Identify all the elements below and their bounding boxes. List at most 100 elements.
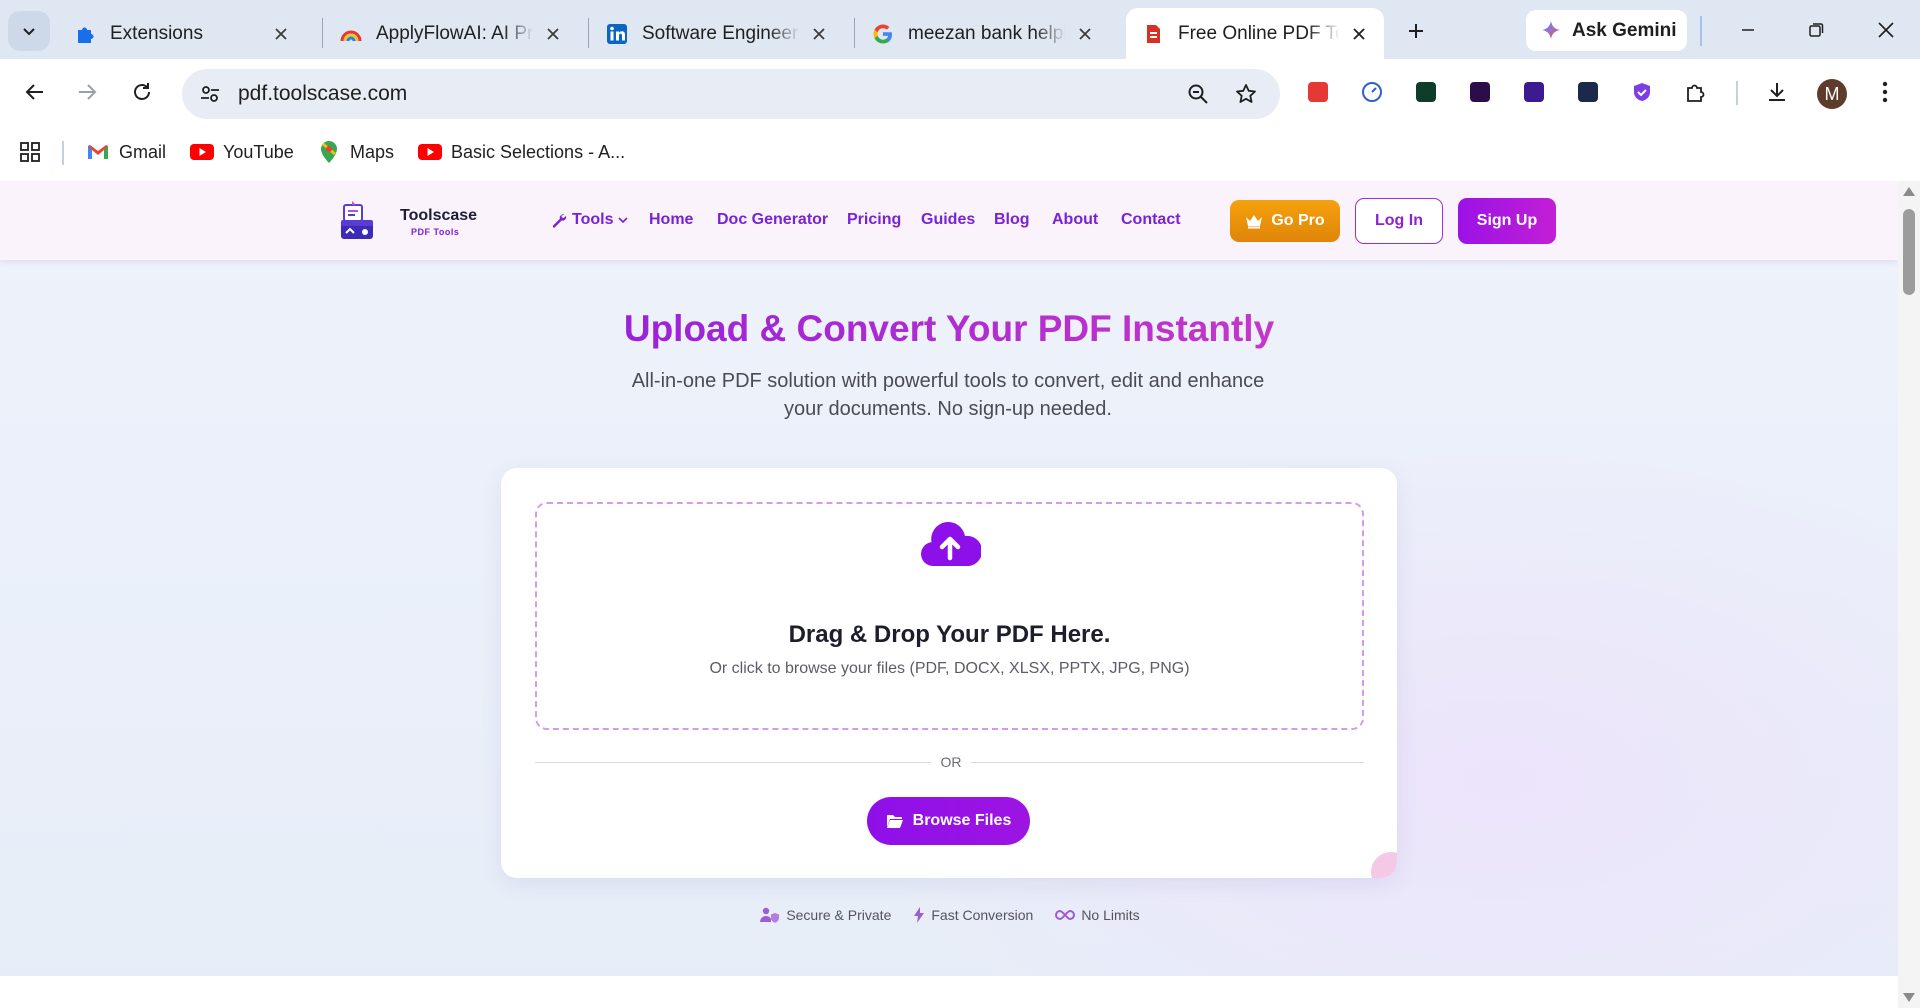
maps-pin-icon xyxy=(317,141,341,163)
bookmark-youtube[interactable]: YouTube xyxy=(190,137,294,167)
reload-icon xyxy=(134,83,150,100)
minimize-button[interactable] xyxy=(1724,12,1772,48)
restore-button[interactable] xyxy=(1792,12,1840,48)
signup-button[interactable]: Sign Up xyxy=(1458,198,1556,244)
close-icon xyxy=(1878,22,1894,38)
forward-button[interactable] xyxy=(67,72,107,112)
apps-button[interactable] xyxy=(18,137,51,167)
nav-home[interactable]: Home xyxy=(649,211,693,229)
hero-title-text: Upload & Convert Your PDF Instantly xyxy=(623,308,1275,349)
tab-title: ApplyFlowAI: AI Proposal xyxy=(376,22,534,44)
feature-label: Fast Conversion xyxy=(931,907,1034,923)
url-text[interactable]: pdf.toolscase.com xyxy=(238,82,407,106)
address-bar[interactable]: pdf.toolscase.com xyxy=(182,69,1280,119)
nav-pricing[interactable]: Pricing xyxy=(847,211,901,229)
more-menu-icon[interactable] xyxy=(1872,79,1898,105)
tab-search-button[interactable] xyxy=(8,11,50,51)
close-window-button[interactable] xyxy=(1862,12,1910,48)
google-icon xyxy=(872,23,894,45)
bookmark-basic-selections[interactable]: Basic Selections - A... xyxy=(418,137,625,167)
close-icon[interactable] xyxy=(1074,23,1096,45)
extension-pdf-icon[interactable] xyxy=(1305,79,1331,105)
extension-chart-icon[interactable] xyxy=(1575,79,1601,105)
arrow-right-icon xyxy=(79,84,97,100)
brand-name[interactable]: Toolscase xyxy=(400,207,477,225)
bookmark-label: Basic Selections - A... xyxy=(451,141,626,162)
brand-subtitle: PDF Tools xyxy=(411,227,460,237)
divider xyxy=(62,141,64,165)
extension-shield-icon[interactable] xyxy=(1629,79,1655,105)
page-scrollbar[interactable] xyxy=(1898,181,1920,1008)
youtube-icon xyxy=(190,141,214,163)
go-pro-button[interactable]: Go Pro xyxy=(1230,200,1340,242)
login-button[interactable]: Log In xyxy=(1355,198,1443,244)
tab-linkedin[interactable]: Software Engineer - xyxy=(590,8,844,59)
tab-title: Free Online PDF Tools xyxy=(1178,22,1340,44)
extension-c-icon[interactable] xyxy=(1467,79,1493,105)
plus-icon xyxy=(1409,24,1423,38)
scroll-thumb[interactable] xyxy=(1903,209,1915,295)
bookmark-gmail[interactable]: Gmail xyxy=(86,137,166,167)
gmail-icon xyxy=(86,141,110,163)
file-dropzone[interactable]: Drag & Drop Your PDF Here. Or click to b… xyxy=(535,502,1364,730)
next-section xyxy=(0,976,1898,1008)
tab-extensions[interactable]: Extensions xyxy=(58,8,306,59)
extension-purple-icon[interactable] xyxy=(1521,79,1547,105)
chevron-down-icon xyxy=(23,28,35,36)
tab-title: meezan bank helpline xyxy=(908,22,1066,44)
close-icon[interactable] xyxy=(542,23,564,45)
profile-avatar[interactable]: M xyxy=(1817,79,1847,109)
linkedin-icon xyxy=(606,23,628,45)
cloud-upload-icon xyxy=(921,522,981,566)
tab-strip: Extensions ApplyFlowAI: AI Proposal Soft… xyxy=(0,0,1920,59)
nav-doc-generator[interactable]: Doc Generator xyxy=(717,211,828,229)
tab-divider xyxy=(322,18,323,48)
reload-button[interactable] xyxy=(122,72,162,112)
upload-card: Drag & Drop Your PDF Here. Or click to b… xyxy=(501,468,1397,878)
browse-files-button[interactable]: Browse Files xyxy=(867,797,1030,845)
new-tab-button[interactable] xyxy=(1400,15,1432,47)
scroll-down-arrow-icon[interactable] xyxy=(1903,993,1915,1002)
download-icon[interactable] xyxy=(1764,79,1790,105)
tab-title: Extensions xyxy=(110,22,203,44)
scroll-up-arrow-icon[interactable] xyxy=(1903,187,1915,196)
nav-guides[interactable]: Guides xyxy=(921,211,975,229)
extensions-puzzle-icon[interactable] xyxy=(1683,79,1709,105)
tab-divider xyxy=(588,18,589,48)
extension-gauge-icon[interactable] xyxy=(1359,79,1385,105)
tab-divider xyxy=(854,18,855,48)
close-icon[interactable] xyxy=(808,23,830,45)
tab-applyflowai[interactable]: ApplyFlowAI: AI Proposal xyxy=(324,8,578,59)
extension-sheets-icon[interactable] xyxy=(1413,79,1439,105)
dropzone-title: Drag & Drop Your PDF Here. xyxy=(788,621,1111,648)
bookmark-label: Maps xyxy=(350,141,395,162)
rainbow-icon xyxy=(340,23,362,45)
hero-subtitle-line1: All-in-one PDF solution with powerful to… xyxy=(631,370,1265,392)
zoom-icon[interactable] xyxy=(1182,78,1214,110)
toolscase-logo-icon[interactable] xyxy=(340,199,374,241)
bolt-icon xyxy=(913,907,925,923)
site-header: Toolscase PDF Tools Tools Home Doc Gener… xyxy=(0,181,1898,260)
nav-about[interactable]: About xyxy=(1052,211,1098,229)
nav-blog[interactable]: Blog xyxy=(994,211,1030,229)
close-icon[interactable] xyxy=(270,23,292,45)
crown-icon xyxy=(1245,213,1263,229)
bookmark-label: Gmail xyxy=(119,141,167,162)
feature-secure: Secure & Private xyxy=(760,907,891,923)
back-button[interactable] xyxy=(15,72,55,112)
ask-gemini-button[interactable]: Ask Gemini xyxy=(1526,10,1687,51)
nav-contact[interactable]: Contact xyxy=(1121,211,1181,229)
infinity-icon xyxy=(1055,909,1076,921)
tab-google-search[interactable]: meezan bank helpline xyxy=(856,8,1110,59)
nav-tools[interactable]: Tools xyxy=(551,211,629,229)
site-info-icon[interactable] xyxy=(194,78,226,110)
gemini-sparkle-icon xyxy=(1542,20,1560,39)
bookmark-star-icon[interactable] xyxy=(1230,78,1262,110)
gemini-label: Ask Gemini xyxy=(1572,19,1677,41)
tab-toolscase-active[interactable]: Free Online PDF Tools xyxy=(1126,8,1384,59)
hero-title: Upload & Convert Your PDF Instantly xyxy=(0,308,1898,350)
feature-label: No Limits xyxy=(1081,907,1140,923)
youtube-icon xyxy=(418,141,442,163)
close-icon[interactable] xyxy=(1348,23,1370,45)
bookmark-maps[interactable]: Maps xyxy=(317,137,394,167)
